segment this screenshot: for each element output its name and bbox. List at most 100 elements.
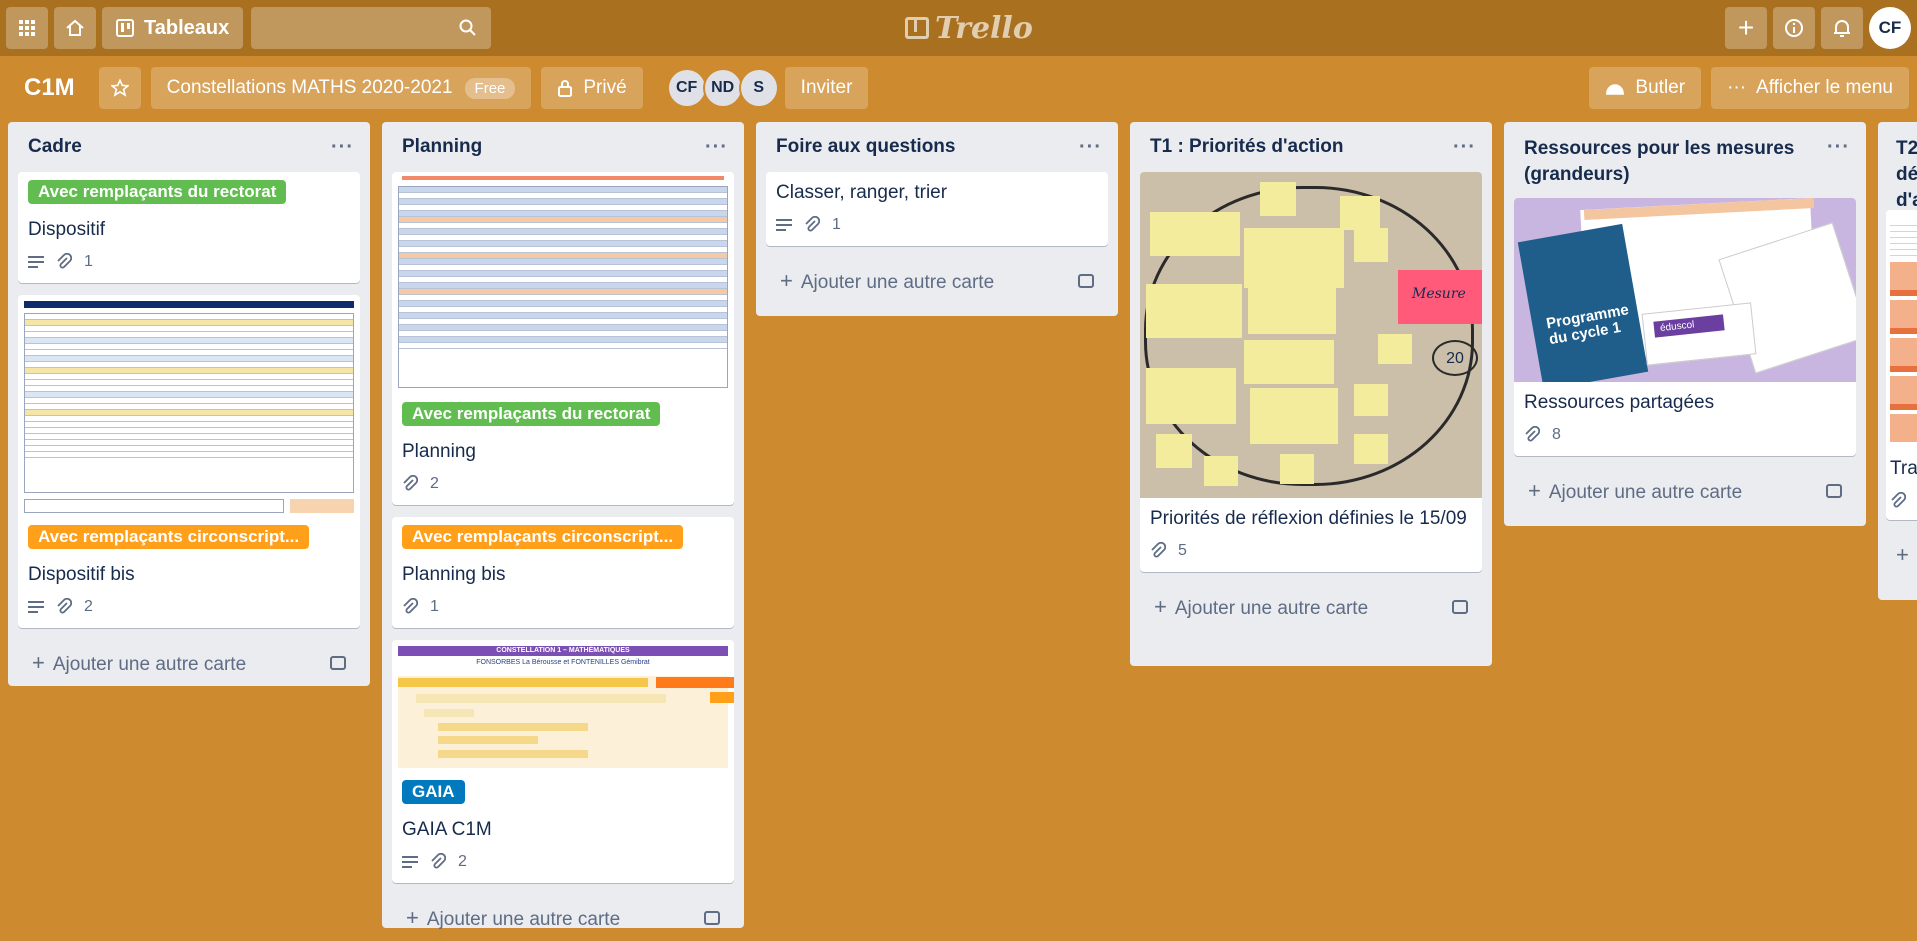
add-card-button[interactable]: + — [1886, 532, 1917, 578]
list-menu-icon[interactable]: ··· — [1453, 136, 1476, 159]
add-card-button[interactable]: + Ajouter une autre carte — [18, 640, 360, 686]
search-icon — [459, 19, 476, 36]
attachment-count: 2 — [84, 598, 93, 615]
plus-icon: + — [32, 650, 45, 675]
butler-icon — [1606, 84, 1625, 95]
card-label: Avec remplaçants circonscript... — [28, 525, 310, 549]
bell-icon[interactable] — [1821, 7, 1863, 49]
card-title: Dispositif bis — [28, 564, 135, 585]
add-card-button[interactable]: + Ajouter une autre carte — [766, 258, 1108, 304]
invite-button[interactable]: Inviter — [784, 67, 869, 109]
attachment-icon — [804, 216, 820, 234]
card-cover-image: CONSTELLATION 1 – MATHÉMATIQUES FONSORBE… — [392, 640, 734, 772]
card-cover-image: Programme du cycle 1 éduscol — [1514, 198, 1856, 382]
top-bar: Tableaux Trello + CF — [0, 0, 1917, 56]
show-menu-label: Afficher le menu — [1756, 77, 1893, 98]
card[interactable]: Avec remplaçants du rectorat Planning 2 — [392, 172, 734, 505]
add-card-button[interactable]: + Ajouter une autre carte — [1140, 584, 1482, 630]
card-title: Ressources partagées — [1524, 392, 1715, 413]
description-icon — [28, 601, 44, 613]
card[interactable]: Avec remplaçants du rectorat Dispositif … — [18, 172, 360, 283]
visibility-label: Privé — [583, 77, 627, 98]
attachment-count: 1 — [832, 216, 841, 233]
card[interactable]: Programme du cycle 1 éduscol Ressources … — [1514, 198, 1856, 456]
attachment-count: 1 — [84, 253, 93, 270]
cover-number: 20 — [1432, 340, 1478, 376]
add-card-label: Ajouter une autre carte — [52, 654, 247, 675]
trello-logo[interactable]: Trello — [905, 6, 1033, 50]
card-cover-photo: Mesure 20 — [1140, 172, 1482, 498]
board-title[interactable]: C1M — [14, 74, 85, 102]
card-title: Classer, ranger, trier — [776, 182, 948, 203]
visibility-button[interactable]: Privé — [541, 67, 643, 109]
plus-icon: + — [1528, 478, 1541, 503]
home-icon[interactable] — [54, 7, 96, 49]
card[interactable]: Mesure 20 Priorités de réflexion définie… — [1140, 172, 1482, 572]
boards-label: Tableaux — [144, 16, 230, 39]
info-icon[interactable] — [1773, 7, 1815, 49]
add-card-button[interactable]: + Ajouter une autre carte — [1514, 468, 1856, 514]
card[interactable]: Avec remplaçants circonscript... Disposi… — [18, 295, 360, 628]
card[interactable]: CONSTELLATION 1 – MATHÉMATIQUES FONSORBE… — [392, 640, 734, 883]
card-title: Planning — [402, 441, 476, 462]
list-title[interactable]: T1 : Priorités d'action — [1150, 136, 1344, 158]
user-avatar[interactable]: CF — [1869, 7, 1911, 49]
cover-heading: CONSTELLATION 1 – MATHÉMATIQUES — [398, 646, 728, 656]
attachment-count: 1 — [430, 598, 439, 615]
butler-button[interactable]: Butler — [1589, 67, 1702, 109]
attachment-count: 5 — [1178, 542, 1187, 559]
star-icon[interactable] — [98, 67, 141, 109]
card[interactable]: Classer, ranger, trier 1 — [766, 172, 1108, 246]
card[interactable]: Avec remplaçants circonscript... Plannin… — [392, 517, 734, 628]
card-label: Avec remplaçants du rectorat — [28, 180, 287, 204]
list-cadre: Cadre ··· Avec remplaçants du rectorat D… — [8, 122, 370, 686]
attachment-icon — [430, 853, 446, 871]
member-avatar[interactable]: ND — [702, 68, 743, 108]
attachment-icon — [1150, 542, 1166, 560]
show-menu-button[interactable]: ··· Afficher le menu — [1711, 67, 1909, 109]
attachment-count: 8 — [1552, 426, 1561, 443]
card-title: Planning bis — [402, 564, 506, 585]
list-title[interactable]: Ressources pour les mesures (grandeurs) — [1524, 136, 1804, 188]
list-title[interactable]: Cadre — [28, 136, 82, 158]
attachment-icon — [56, 253, 72, 271]
list-title[interactable]: T2 dé d'a — [1896, 136, 1917, 214]
card[interactable]: Tra — [1886, 210, 1917, 520]
template-icon[interactable] — [1452, 600, 1468, 614]
card-label: Avec remplaçants du rectorat — [402, 402, 661, 426]
card-title: Priorités de réflexion définies le 15/09 — [1150, 508, 1467, 529]
template-icon[interactable] — [1826, 484, 1842, 498]
list-title[interactable]: Foire aux questions — [776, 136, 955, 158]
boards-button[interactable]: Tableaux — [102, 7, 244, 49]
list-title[interactable]: Planning — [402, 136, 482, 158]
list-menu-icon[interactable]: ··· — [331, 136, 354, 159]
add-card-label: Ajouter une autre carte — [800, 272, 995, 293]
plan-badge: Free — [464, 77, 516, 99]
list-menu-icon[interactable]: ··· — [1079, 136, 1102, 159]
card-title: GAIA C1M — [402, 819, 492, 840]
add-card-label: Ajouter une autre carte — [426, 909, 621, 930]
template-icon[interactable] — [330, 656, 346, 670]
member-avatar[interactable]: S — [738, 68, 779, 108]
add-card-button[interactable]: + Ajouter une autre carte — [392, 895, 734, 941]
card-title: Dispositif — [28, 219, 106, 240]
trello-logo-icon — [905, 17, 929, 39]
list-planning: Planning ··· Avec remplaçants du rectora… — [382, 122, 744, 930]
template-icon[interactable] — [1078, 274, 1094, 288]
cover-subheading: FONSORBES La Bérousse et FONTENILLES Gém… — [476, 659, 650, 666]
member-avatar[interactable]: CF — [666, 68, 707, 108]
attachment-icon — [402, 598, 418, 616]
apps-grid-icon[interactable] — [6, 7, 48, 49]
list-menu-icon[interactable]: ··· — [1827, 136, 1850, 159]
list-faq: Foire aux questions ··· Classer, ranger,… — [756, 122, 1118, 316]
plus-icon: + — [1896, 542, 1909, 567]
add-card-label: Ajouter une autre carte — [1174, 598, 1369, 619]
list-menu-icon[interactable]: ··· — [705, 136, 728, 159]
search-input[interactable] — [251, 7, 492, 49]
card-cover-image — [392, 172, 734, 394]
workspace-button[interactable]: Constellations MATHS 2020-2021 Free — [150, 67, 532, 109]
attachment-icon — [1890, 492, 1906, 510]
create-plus-icon[interactable]: + — [1725, 7, 1767, 49]
card-cover-image — [18, 295, 360, 517]
template-icon[interactable] — [704, 911, 720, 925]
